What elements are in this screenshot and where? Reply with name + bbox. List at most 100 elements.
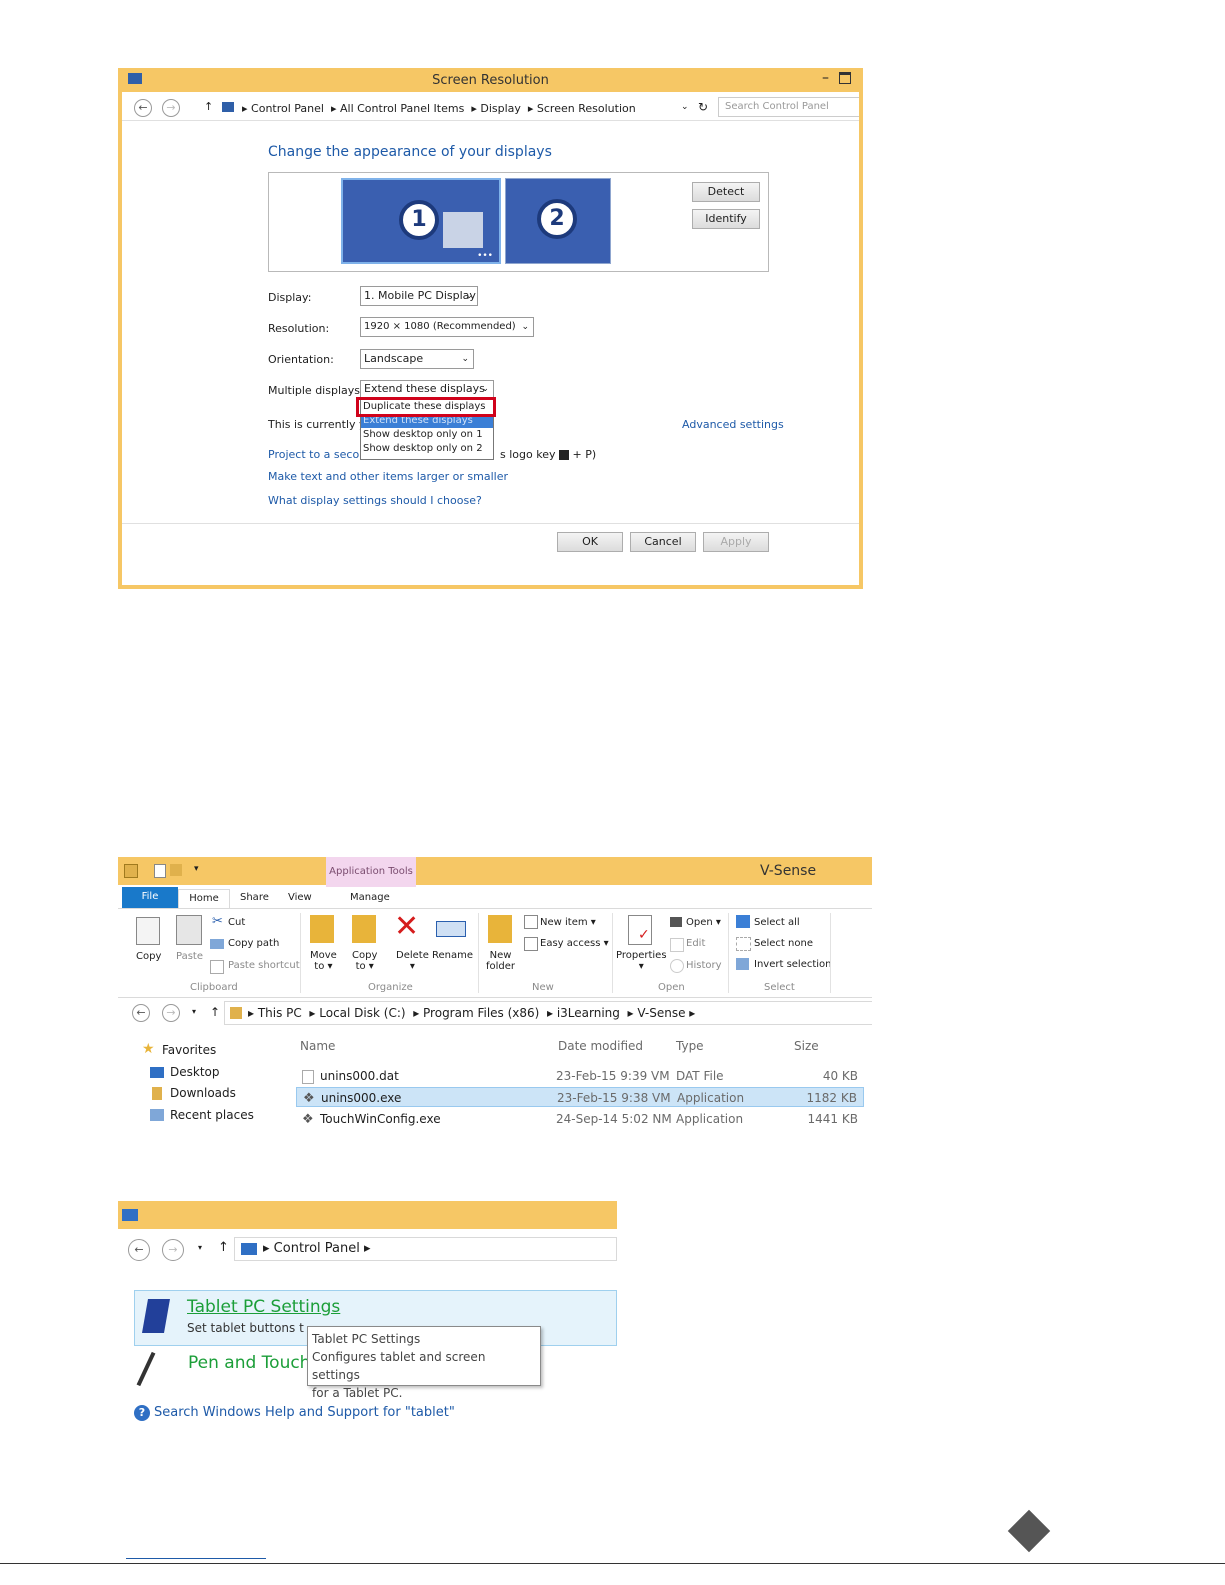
ribbon-separator xyxy=(478,913,479,993)
orientation-select[interactable]: Landscape ⌄ xyxy=(360,349,474,369)
new-item-button[interactable]: New item ▾ xyxy=(540,917,596,928)
cancel-button[interactable]: Cancel xyxy=(630,532,696,552)
up-button[interactable]: ↑ xyxy=(210,1005,220,1019)
back-button[interactable]: ← xyxy=(128,1239,150,1261)
rename-button[interactable]: Rename xyxy=(432,950,473,961)
maximize-button[interactable] xyxy=(839,72,851,84)
history-dropdown-icon[interactable]: ⌄ xyxy=(681,102,689,112)
crumb-screen-resolution[interactable]: Screen Resolution xyxy=(537,102,636,115)
back-button[interactable]: ← xyxy=(134,99,152,117)
up-button[interactable]: ↑ xyxy=(218,1240,229,1255)
windows-logo-icon xyxy=(558,450,569,460)
paste-button[interactable]: Paste xyxy=(176,951,203,962)
identify-button[interactable]: Identify xyxy=(692,209,760,229)
tab-view[interactable]: View xyxy=(288,892,312,903)
application-tools-tab: Application Tools xyxy=(326,857,416,887)
monitor-1[interactable]: 1 ••• xyxy=(341,178,501,264)
recent-locations-icon[interactable]: ▾ xyxy=(192,1007,196,1016)
move-to-label: Move xyxy=(310,950,337,961)
resolution-select[interactable]: 1920 × 1080 (Recommended) ⌄ xyxy=(360,317,534,337)
cut-button[interactable]: Cut xyxy=(228,917,245,928)
crumb-display[interactable]: Display xyxy=(480,102,521,115)
search-help-link[interactable]: Search Windows Help and Support for "tab… xyxy=(154,1405,455,1420)
edit-button[interactable]: Edit xyxy=(686,938,705,949)
column-size[interactable]: Size xyxy=(794,1039,819,1053)
clipboard-group-label: Clipboard xyxy=(190,982,238,993)
copy-to-label-2: to ▾ xyxy=(355,961,374,972)
display-select-value: 1. Mobile PC Display xyxy=(364,289,476,302)
forward-button[interactable]: → xyxy=(162,1004,180,1022)
detect-button[interactable]: Detect xyxy=(692,182,760,202)
multiple-displays-label: Multiple displays: xyxy=(268,384,364,397)
nav-downloads[interactable]: Downloads xyxy=(170,1086,236,1100)
column-name[interactable]: Name xyxy=(300,1039,335,1053)
copy-to-button[interactable]: Copy to ▾ xyxy=(352,950,377,972)
nav-recent-places[interactable]: Recent places xyxy=(170,1108,254,1122)
column-date-modified[interactable]: Date modified xyxy=(558,1039,643,1053)
file-row[interactable]: unins000.dat 23-Feb-15 9:39 VM DAT File … xyxy=(296,1066,864,1086)
tooltip-line-2: for a Tablet PC. xyxy=(312,1386,403,1400)
ok-button[interactable]: OK xyxy=(557,532,623,552)
easy-access-icon xyxy=(524,937,538,951)
new-group-label: New xyxy=(532,982,554,993)
copy-button[interactable]: Copy xyxy=(136,951,161,962)
project-link[interactable]: Project to a second xyxy=(268,448,373,461)
favorites-star-icon: ★ xyxy=(142,1041,155,1057)
search-input[interactable]: Search Control Panel xyxy=(718,97,859,117)
tab-home[interactable]: Home xyxy=(178,889,230,910)
up-button[interactable]: ↑ xyxy=(204,100,213,113)
easy-access-button[interactable]: Easy access ▾ xyxy=(540,938,609,949)
apply-button[interactable]: Apply xyxy=(703,532,769,552)
new-folder-button[interactable]: New folder xyxy=(486,950,515,972)
copy-path-button[interactable]: Copy path xyxy=(228,938,279,949)
option-show-only-1[interactable]: Show desktop only on 1 xyxy=(363,429,483,440)
paste-shortcut-button[interactable]: Paste shortcut xyxy=(228,960,300,971)
make-text-link[interactable]: Make text and other items larger or smal… xyxy=(268,470,508,483)
tab-file[interactable]: File xyxy=(122,887,178,909)
delete-button[interactable]: Delete ▾ xyxy=(396,950,429,972)
file-row[interactable]: ❖ TouchWinConfig.exe 24-Sep-14 5:02 NM A… xyxy=(296,1109,864,1129)
tab-share[interactable]: Share xyxy=(240,892,269,903)
display-select[interactable]: 1. Mobile PC Display ⌄ xyxy=(360,286,478,306)
customize-qat-icon[interactable]: ▾ xyxy=(194,864,199,874)
new-folder-quick-icon[interactable] xyxy=(170,864,182,876)
address-field[interactable]: ▸ Control Panel ▸ xyxy=(234,1237,617,1261)
column-type[interactable]: Type xyxy=(676,1039,704,1053)
option-show-only-2[interactable]: Show desktop only on 2 xyxy=(363,443,483,454)
back-button[interactable]: ← xyxy=(132,1004,150,1022)
open-button[interactable]: Open ▾ xyxy=(686,917,721,928)
minimize-button[interactable]: – xyxy=(822,70,829,86)
quick-access-icon[interactable] xyxy=(124,864,138,878)
multiple-displays-select[interactable]: Extend these displays ⌄ xyxy=(360,380,494,398)
orientation-label: Orientation: xyxy=(268,353,334,366)
refresh-icon[interactable]: ↻ xyxy=(698,100,708,114)
control-panel-breadcrumb[interactable]: ▸ Control Panel ▸ xyxy=(263,1241,371,1256)
pen-and-touch-link[interactable]: Pen and Touch xyxy=(188,1353,310,1373)
properties-button[interactable]: Properties ▾ xyxy=(616,950,667,972)
nav-favorites[interactable]: Favorites xyxy=(162,1043,216,1057)
file-size: 40 KB xyxy=(822,1069,858,1083)
forward-button[interactable]: → xyxy=(162,99,180,117)
file-row-selected[interactable]: ❖ unins000.exe 23-Feb-15 9:38 VM Applica… xyxy=(296,1087,864,1107)
tablet-pc-settings-link[interactable]: Tablet PC Settings xyxy=(187,1297,340,1317)
forward-button[interactable]: → xyxy=(162,1239,184,1261)
file-date: 24-Sep-14 5:02 NM xyxy=(556,1112,672,1126)
history-button[interactable]: History xyxy=(686,960,722,971)
application-tools-label: Application Tools xyxy=(329,866,413,877)
properties-quick-icon[interactable] xyxy=(154,864,166,878)
crumb-control-panel[interactable]: Control Panel xyxy=(251,102,324,115)
select-none-button[interactable]: Select none xyxy=(754,938,813,949)
nav-desktop[interactable]: Desktop xyxy=(170,1065,220,1079)
recent-locations-icon[interactable]: ▾ xyxy=(198,1243,202,1252)
control-panel-address-bar: ← → ▾ ↑ ▸ Control Panel ▸ xyxy=(118,1235,617,1263)
tab-manage[interactable]: Manage xyxy=(350,892,390,903)
crumb-control-panel[interactable]: Control Panel xyxy=(274,1241,360,1256)
move-to-button[interactable]: Move to ▾ xyxy=(310,950,337,972)
invert-selection-button[interactable]: Invert selection xyxy=(754,959,832,970)
select-all-button[interactable]: Select all xyxy=(754,917,800,928)
crumb-all-items[interactable]: All Control Panel Items xyxy=(340,102,464,115)
what-settings-link[interactable]: What display settings should I choose? xyxy=(268,494,482,507)
advanced-settings-link[interactable]: Advanced settings xyxy=(682,418,784,431)
monitor-2[interactable]: 2 xyxy=(505,178,611,264)
breadcrumb[interactable]: ▸ Control Panel ▸ All Control Panel Item… xyxy=(242,102,636,115)
